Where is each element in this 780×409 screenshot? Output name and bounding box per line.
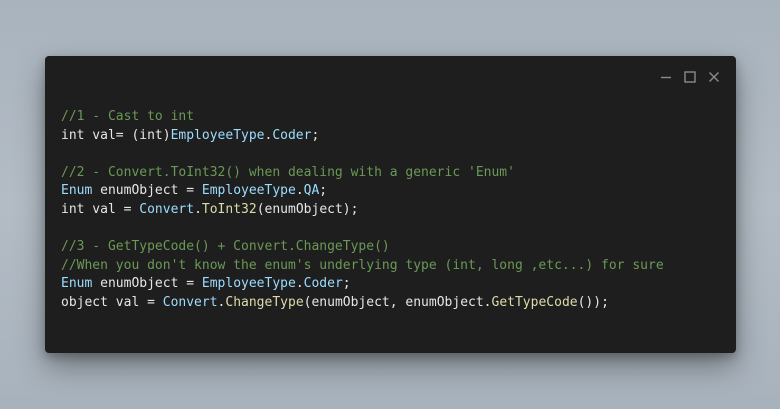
code-token: (enumObject, enumObject.	[303, 294, 492, 310]
code-token: GetTypeCode	[491, 294, 578, 310]
code-token: EmployeeType	[170, 127, 265, 143]
maximize-icon[interactable]	[683, 70, 697, 84]
code-line: int val = Convert.ToInt32(enumObject);	[61, 201, 664, 220]
code-token: //When you don't know the enum's underly…	[61, 257, 664, 273]
code-token: object val =	[61, 294, 163, 310]
code-token: //2 - Convert.ToInt32() when dealing wit…	[61, 164, 515, 180]
code-token: //3 - GetTypeCode() + Convert.ChangeType…	[61, 239, 390, 255]
code-token: EmployeeType	[201, 276, 296, 292]
code-token: Convert	[162, 294, 218, 310]
code-token: enumObject =	[92, 276, 202, 292]
code-line: //1 - Cast to int	[61, 108, 664, 127]
code-line: //3 - GetTypeCode() + Convert.ChangeType…	[61, 238, 664, 257]
code-token: QA	[303, 183, 320, 199]
code-token: .	[295, 276, 304, 292]
code-token: ToInt32	[201, 201, 257, 217]
code-block: //1 - Cast to int int val= (int)EmployeeT…	[61, 108, 664, 313]
code-token: .	[194, 201, 202, 217]
code-window: //1 - Cast to int int val= (int)EmployeeT…	[45, 56, 736, 353]
code-token: Coder	[303, 276, 343, 292]
code-line: Enum enumObject = EmployeeType.QA;	[61, 182, 664, 201]
code-token: (enumObject);	[256, 201, 359, 217]
code-token: Enum	[61, 183, 93, 199]
code-token: ;	[319, 183, 328, 199]
code-token: int val =	[61, 201, 140, 217]
code-token: .	[295, 183, 304, 199]
code-token: Coder	[272, 127, 312, 143]
code-line: Enum enumObject = EmployeeType.Coder;	[61, 275, 664, 294]
code-token: //1 - Cast to int	[61, 109, 195, 124]
minimize-icon[interactable]	[659, 70, 673, 84]
code-token: ;	[311, 127, 320, 143]
code-line: //2 - Convert.ToInt32() when dealing wit…	[61, 164, 664, 183]
code-token: Enum	[61, 276, 93, 292]
code-line: object val = Convert.ChangeType(enumObje…	[61, 294, 664, 313]
code-token: Convert	[139, 201, 195, 217]
code-token: ChangeType	[225, 294, 304, 310]
code-token: int val= (int)	[61, 127, 171, 143]
close-icon[interactable]	[707, 70, 721, 84]
window-controls	[659, 70, 721, 84]
code-line: int val= (int)EmployeeType.Coder;	[61, 127, 664, 146]
code-token: ());	[577, 294, 609, 310]
code-token: EmployeeType	[201, 183, 296, 199]
code-token: ;	[342, 276, 351, 292]
code-token: enumObject =	[92, 183, 202, 199]
code-line: //When you don't know the enum's underly…	[61, 257, 664, 276]
